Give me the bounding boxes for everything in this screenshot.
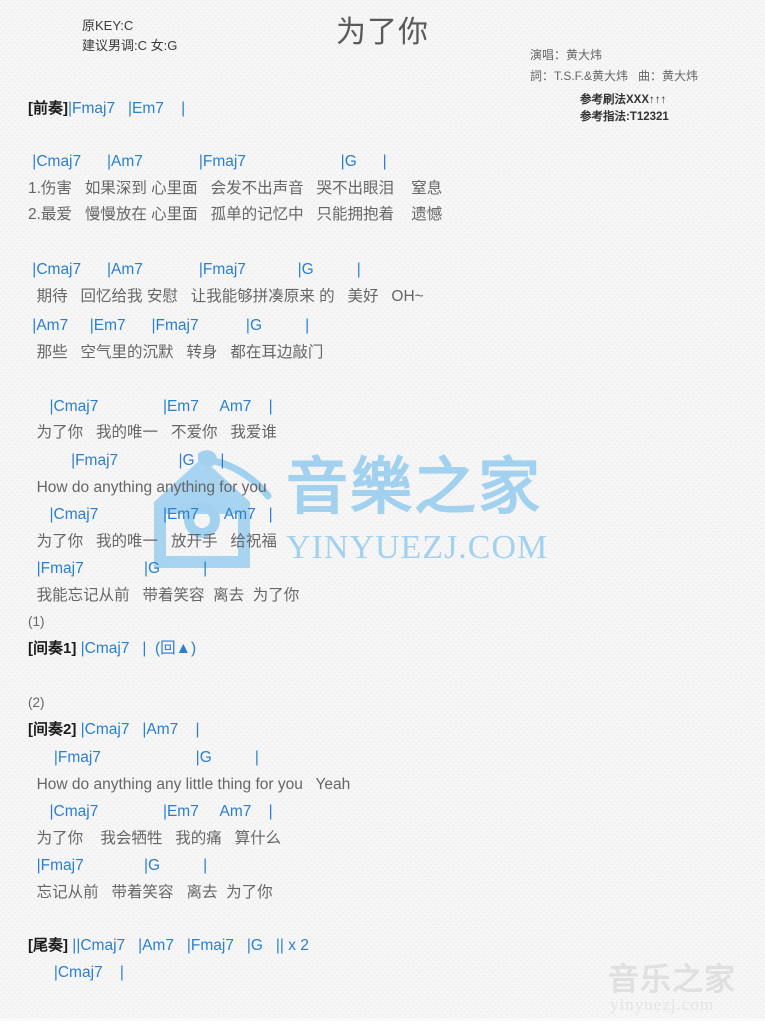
outro-chords-2: |Cmaj7 | [28, 964, 124, 981]
interlude1-label: [间奏1] [28, 640, 77, 657]
chorus1-lyric-4: 我能忘记从前 带着笑容 离去 为了你 [28, 587, 300, 604]
verse2-chords-a: |Cmaj7 |Am7 |Fmaj7 |G | [28, 261, 361, 278]
chorus1-chords-3: |Cmaj7 |Em7 Am7 | [28, 506, 273, 523]
intro-line: [前奏]|Fmaj7 |Em7 | [28, 100, 185, 118]
repeat-marker-2: (2) [28, 695, 45, 710]
chorus2-lyric-1: 为了你 我会牺牲 我的痛 算什么 [28, 830, 282, 847]
intro-label: [前奏] [28, 100, 68, 117]
chorus2-lyric-2: 忘记从前 带着笑容 离去 为了你 [28, 884, 273, 901]
repeat-marker-1: (1) [28, 614, 45, 629]
singer-credit: 演唱：黄大炜 [530, 48, 603, 62]
chorus1-chords-1: |Cmaj7 |Em7 Am7 | [28, 398, 273, 415]
interlude2-line: [间奏2] |Cmaj7 |Am7 | [28, 721, 200, 739]
outro-label: [尾奏] [28, 937, 68, 954]
chorus2-chords-1: |Cmaj7 |Em7 Am7 | [28, 803, 273, 820]
interlude1-line: [间奏1] |Cmaj7 | (回▲) [28, 640, 196, 658]
strum-pattern-block: 参考刷法XXX↑↑↑ 参考指法:T12321 [580, 92, 669, 126]
outro-line: [尾奏] ||Cmaj7 |Am7 |Fmaj7 |G || x 2 [28, 937, 309, 955]
verse1-lyric-1: 1.伤害 如果深到 心里面 会发不出声音 哭不出眼泪 窒息 [28, 180, 443, 197]
interlude2-lyric-2: How do anything any little thing for you… [28, 776, 351, 793]
outro-chords: ||Cmaj7 |Am7 |Fmaj7 |G || x 2 [68, 937, 309, 954]
writer-credit: 詞：T.S.F.&黄大炜 曲：黄大炜 [530, 69, 699, 83]
interlude1-chords: |Cmaj7 | (回▲) [76, 640, 197, 657]
intro-chords: |Fmaj7 |Em7 | [68, 100, 186, 117]
chorus1-lyric-3: 为了你 我的唯一 放开手 给祝福 [28, 533, 277, 550]
verse2-lyric-a: 期待 回忆给我 安慰 让我能够拼凑原来 的 美好 OH~ [28, 288, 424, 305]
interlude2-chords: |Cmaj7 |Am7 | [76, 721, 200, 738]
interlude2-chords-2: |Fmaj7 |G | [28, 749, 259, 766]
chorus2-chords-2: |Fmaj7 |G | [28, 857, 208, 874]
strum-pattern: 参考刷法XXX↑↑↑ [580, 94, 667, 106]
verse1-lyric-2: 2.最爱 慢慢放在 心里面 孤单的记忆中 只能拥抱着 遗憾 [28, 206, 443, 223]
chorus1-lyric-1: 为了你 我的唯一 不爱你 我爱谁 [28, 424, 277, 441]
chorus1-chords-2: |Fmaj7 |G | [28, 452, 225, 469]
fingering-pattern: 参考指法:T12321 [580, 111, 669, 123]
credits-block: 演唱：黄大炜 詞：T.S.F.&黄大炜 曲：黄大炜 [530, 45, 698, 87]
chorus1-lyric-2: How do anything anything for you [28, 479, 267, 496]
verse2-lyric-b: 那些 空气里的沉默 转身 都在耳边敲门 [28, 344, 324, 361]
verse2-chords-b: |Am7 |Em7 |Fmaj7 |G | [28, 317, 310, 334]
interlude2-label: [间奏2] [28, 721, 77, 738]
verse1-chords: |Cmaj7 |Am7 |Fmaj7 |G | [28, 153, 387, 170]
chorus1-chords-4: |Fmaj7 |G | [28, 560, 208, 577]
